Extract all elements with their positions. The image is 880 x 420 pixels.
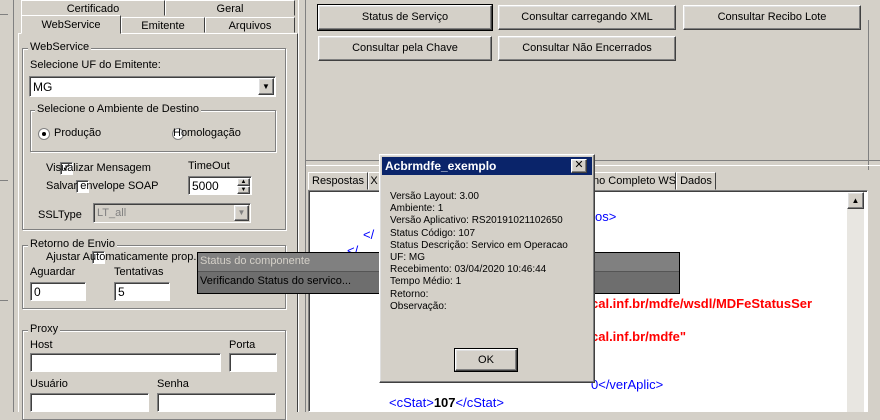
xml-line: </ [363,227,375,242]
timeout-input[interactable]: 5000 ▲ ▼ [188,176,252,195]
consultar-recibo-button[interactable]: Consultar Recibo Lote [683,5,861,30]
scroll-up-icon[interactable]: ▲ [847,192,864,209]
homologacao-label[interactable]: Homologação [173,127,241,139]
xml-line: cal.inf.br/mdfe/wsdl/MDFeStatusSer [591,296,813,311]
dialog-line: Recebimento: 03/04/2020 10:46:44 [390,264,547,276]
xml-line-cstat: <cStat>107</cStat> [389,395,504,410]
host-input[interactable] [30,353,221,372]
chevron-down-icon[interactable]: ▼ [258,78,274,95]
producao-radio[interactable] [38,128,50,140]
ssltype-value: LT_all [97,207,127,219]
dialog-line: Status Descrição: Servico em Operacao [390,239,568,251]
dialog-line: Status Código: 107 [390,227,476,239]
xml-line: cal.inf.br/mdfe" [591,329,687,344]
tentativas-input[interactable]: 5 [114,282,170,301]
left-edge-mark [0,14,8,15]
progress-title: Status do componente [200,255,311,267]
dialog-text: Versão Layout: 3.00 Ambiente: 1 Versão A… [390,191,568,313]
uf-select[interactable]: MG ▼ [29,76,276,97]
tentativas-value: 5 [118,285,125,299]
xml-value: 107 [433,395,456,410]
tab-certificado[interactable]: Certificado [21,0,165,16]
dialog-line: Versão Aplicativo: RS20191021102650 [390,215,563,227]
close-icon[interactable]: ✕ [571,159,587,173]
salvar-label[interactable]: Salvar envelope SOAP [46,180,159,192]
left-panel: Certificado Geral WebService Emitente Ar… [0,0,298,420]
spin-up-icon[interactable]: ▲ [237,178,250,186]
xml-scrollbar[interactable]: ▲ [847,192,864,412]
timeout-value: 5000 [192,179,219,193]
retorno-legend: Retorno de Envio [28,238,117,250]
consultar-nao-encerrados-button[interactable]: Consultar Não Encerrados [498,36,676,61]
tab-retorno-completo[interactable]: no Completo WS [592,172,676,190]
visualizar-label[interactable]: Visualizar Mensagem [46,162,151,174]
uf-label: Selecione UF do Emitente: [30,59,161,71]
xml-tag: </cStat> [455,395,504,410]
dialog-line: Observação: [390,300,447,312]
aguardar-value: 0 [34,285,41,299]
host-label: Host [30,339,53,351]
senha-input[interactable] [157,393,276,412]
proxy-legend: Proxy [28,323,61,335]
dialog-line: UF: MG [390,252,425,264]
ssltype-select[interactable]: LT_all ▼ [93,203,251,223]
consultar-chave-button[interactable]: Consultar pela Chave [318,36,492,61]
xml-tag: <cStat> [389,395,434,410]
right-edge-panel [868,20,880,170]
tab-arquivos[interactable]: Arquivos [205,17,295,33]
dialog-line: Versão Layout: 3.00 [390,191,479,202]
xml-line: os> [595,209,617,224]
timeout-label: TimeOut [188,160,230,172]
senha-label: Senha [157,378,189,390]
ok-button[interactable]: OK [454,348,518,372]
left-edge-strip [0,0,14,412]
status-servico-button[interactable]: Status de Serviço [317,4,493,31]
left-edge-mark [0,300,8,301]
dialog-title: Acbrmdfe_exemplo [382,157,592,175]
message-dialog: Acbrmdfe_exemplo ✕ Versão Layout: 3.00 A… [379,154,595,383]
ssltype-label: SSLType [38,209,82,221]
tab-dados[interactable]: Dados [676,172,716,190]
tab-emitente[interactable]: Emitente [121,17,205,33]
ambiente-legend: Selecione o Ambiente de Destino [35,103,202,115]
porta-label: Porta [229,339,256,351]
tentativas-label: Tentativas [114,266,164,278]
progress-message: Verificando Status do servico... [200,275,352,287]
spin-down-icon[interactable]: ▼ [237,186,250,194]
left-edge-mark [0,180,8,181]
dialog-line: Ambiente: 1 [390,203,444,215]
usuario-input[interactable] [30,393,149,412]
usuario-label: Usuário [30,378,68,390]
chevron-down-icon[interactable]: ▼ [234,205,249,221]
tab-geral[interactable]: Geral [165,0,295,16]
aguardar-input[interactable]: 0 [30,282,86,301]
tab-webservice[interactable]: WebService [21,15,121,34]
uf-value: MG [33,80,53,94]
vertical-splitter[interactable] [298,0,306,412]
consultar-xml-button[interactable]: Consultar carregando XML [498,5,676,30]
ajustar-label[interactable]: Ajustar Automaticamente prop. [46,251,196,263]
producao-label[interactable]: Produção [54,127,101,139]
spinner[interactable]: ▲ ▼ [237,178,250,194]
webservice-legend: WebService [28,41,92,53]
xml-line: 0</verAplic> [591,377,664,392]
dialog-line: Tempo Médio: 1 [390,276,462,288]
aguardar-label: Aguardar [30,266,76,278]
dialog-line: Retorno: [390,288,429,300]
porta-input[interactable] [229,353,277,372]
tab-respostas[interactable]: Respostas [308,172,368,190]
